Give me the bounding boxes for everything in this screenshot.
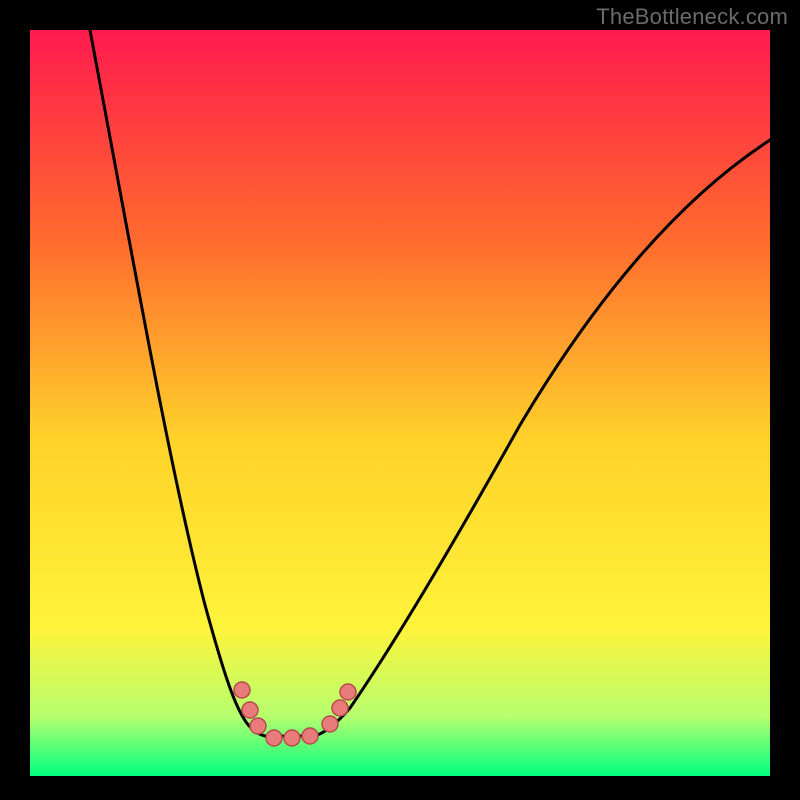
marker-point bbox=[266, 730, 282, 746]
chart-frame: TheBottleneck.com bbox=[0, 0, 800, 800]
marker-point bbox=[242, 702, 258, 718]
watermark-label: TheBottleneck.com bbox=[596, 4, 788, 30]
marker-point bbox=[332, 700, 348, 716]
marker-point bbox=[250, 718, 266, 734]
marker-point bbox=[234, 682, 250, 698]
marker-point bbox=[340, 684, 356, 700]
marker-point bbox=[322, 716, 338, 732]
marker-point bbox=[302, 728, 318, 744]
chart-svg bbox=[30, 30, 770, 776]
plot-area bbox=[30, 30, 770, 776]
marker-point bbox=[284, 730, 300, 746]
chart-background bbox=[30, 30, 770, 776]
